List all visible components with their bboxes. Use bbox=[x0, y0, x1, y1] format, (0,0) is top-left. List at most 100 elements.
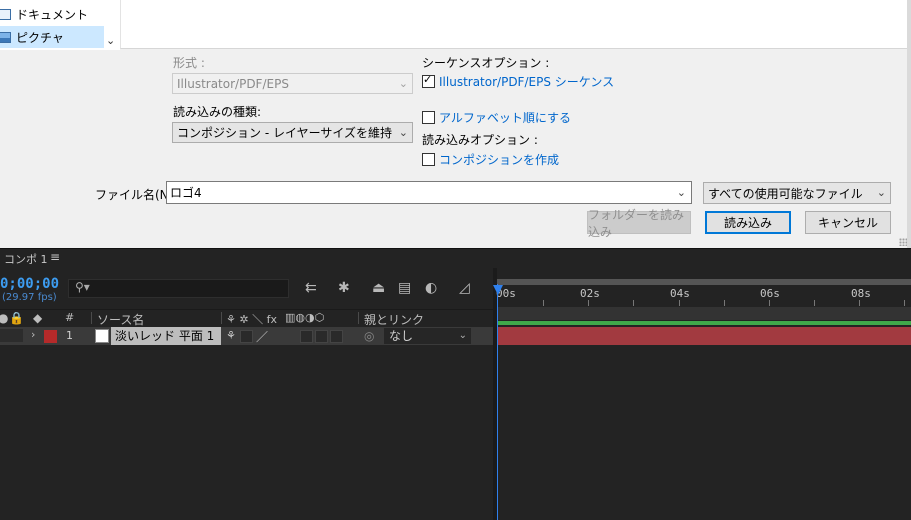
frame-blending-icon[interactable]: ▤ bbox=[398, 281, 411, 295]
sequence-checkbox[interactable] bbox=[422, 73, 435, 88]
quality-switch-icon[interactable]: ／ bbox=[256, 328, 268, 345]
alphabetical-checkbox[interactable] bbox=[422, 111, 435, 124]
sequence-checkbox-label[interactable]: Illustrator/PDF/EPS シーケンス bbox=[439, 73, 614, 90]
layer-duration-bar[interactable] bbox=[497, 327, 911, 345]
pictures-folder-icon bbox=[0, 31, 11, 43]
filename-input[interactable]: ロゴ4 ⌄ bbox=[166, 181, 692, 204]
label-column-icon: ◆ bbox=[33, 311, 43, 325]
filetype-select[interactable]: すべての使用可能なファイル ⌄ bbox=[703, 182, 891, 204]
layer-number-header: # bbox=[65, 311, 75, 324]
ruler-tick bbox=[814, 300, 815, 306]
work-area-bar[interactable] bbox=[497, 307, 911, 320]
shy-switch-icon[interactable]: ⚘ bbox=[226, 329, 236, 342]
column-divider bbox=[358, 312, 359, 324]
motion-blur-switch[interactable] bbox=[315, 330, 328, 343]
filename-value: ロゴ4 bbox=[170, 186, 202, 200]
sequence-options-label: シーケンスオプション : bbox=[422, 56, 550, 70]
filetype-value: すべての使用可能なファイル bbox=[708, 186, 863, 201]
layer-label-color[interactable] bbox=[44, 330, 57, 343]
frame-blend-switch[interactable] bbox=[300, 330, 313, 343]
column-divider bbox=[221, 312, 222, 324]
time-navigator-bar[interactable] bbox=[497, 279, 911, 285]
column-divider bbox=[91, 312, 92, 324]
cancel-button[interactable]: キャンセル bbox=[805, 211, 891, 234]
nav-item-label: ドキュメント bbox=[16, 7, 89, 22]
import-button[interactable]: 読み込み bbox=[705, 211, 791, 234]
chevron-right-icon[interactable]: › bbox=[31, 328, 35, 341]
create-comp-checkbox[interactable] bbox=[422, 153, 435, 166]
adjustment-switch[interactable] bbox=[330, 330, 343, 343]
chevron-down-icon: ⌄ bbox=[458, 330, 467, 341]
ruler-label: 08s bbox=[851, 287, 871, 300]
sequence-checkbox-row[interactable]: Illustrator/PDF/EPS シーケンス bbox=[422, 73, 614, 90]
current-time-indicator[interactable] bbox=[497, 284, 498, 520]
visibility-column-icon[interactable]: ● bbox=[0, 311, 8, 325]
ruler-label: 06s bbox=[760, 287, 780, 300]
layer-name[interactable]: 淡いレッド 平面 1 bbox=[111, 327, 221, 345]
fps-label: (29.97 fps) bbox=[2, 292, 57, 303]
ruler-label: 04s bbox=[670, 287, 690, 300]
playhead-handle[interactable] bbox=[493, 285, 503, 295]
parent-link-header: 親とリンク bbox=[364, 313, 425, 327]
source-name-header[interactable]: ソース名 bbox=[97, 311, 144, 328]
import-as-select[interactable]: コンポジション - レイヤーサイズを維持 ⌄ bbox=[172, 122, 413, 143]
chevron-down-icon[interactable]: ⌄ bbox=[677, 186, 686, 199]
lock-column-icon[interactable]: 🔒 bbox=[9, 311, 24, 325]
parent-select[interactable]: なし ⌄ bbox=[383, 327, 472, 345]
ruler-tick bbox=[859, 300, 860, 306]
shy-layers-icon[interactable]: ⏏ bbox=[372, 281, 385, 295]
navigation-pane: ドキュメント ピクチャ ⌄ bbox=[0, 0, 120, 50]
search-icon: ⚲▾ bbox=[75, 280, 90, 294]
chevron-down-icon: ⌄ bbox=[876, 186, 886, 199]
timeline-empty-area bbox=[497, 345, 911, 520]
comp-mini-flowchart-icon[interactable]: ⇇ bbox=[305, 281, 317, 295]
import-as-value: コンポジション - レイヤーサイズを維持 bbox=[177, 126, 393, 140]
create-comp-checkbox-row[interactable]: コンポジションを作成 bbox=[422, 151, 559, 168]
scrollbar[interactable] bbox=[907, 0, 911, 248]
import-file-dialog: ドキュメント ピクチャ ⌄ 形式 : Illustrator/PDF/EPS ⌄… bbox=[0, 0, 911, 248]
document-folder-icon bbox=[0, 8, 11, 20]
layer-search-input[interactable]: ⚲▾ bbox=[68, 279, 289, 298]
import-as-label: 読み込みの種類: bbox=[173, 105, 262, 119]
render-cache-bar bbox=[497, 321, 911, 325]
create-comp-checkbox-label[interactable]: コンポジションを作成 bbox=[439, 151, 559, 168]
resize-grip[interactable] bbox=[899, 238, 907, 246]
ruler-tick bbox=[724, 300, 725, 306]
file-list[interactable] bbox=[120, 0, 908, 49]
graph-editor-icon[interactable]: ◿ bbox=[459, 281, 470, 295]
ruler-tick bbox=[769, 300, 770, 306]
tab-comp-1[interactable]: コンポ 1 bbox=[4, 251, 48, 267]
alphabetical-checkbox-row[interactable]: アルファベット順にする bbox=[422, 109, 571, 126]
pickwhip-icon[interactable]: ◎ bbox=[364, 329, 374, 343]
ruler-tick bbox=[633, 300, 634, 306]
layer-column-header: ● 🔒 ◆ # ソース名 ⚘ ✲ ＼ fx ▥◍◑⬡ 親とリンク bbox=[0, 309, 497, 328]
switch-icons-header: ▥◍◑⬡ bbox=[285, 311, 325, 324]
alphabetical-checkbox-label[interactable]: アルファベット順にする bbox=[439, 109, 571, 126]
chevron-down-icon: ⌄ bbox=[398, 77, 408, 90]
motion-blur-icon[interactable]: ◐ bbox=[425, 281, 437, 295]
chevron-down-icon: ⌄ bbox=[398, 126, 408, 139]
format-label: 形式 : bbox=[173, 56, 205, 70]
import-folder-button[interactable]: フォルダーを読み込み bbox=[587, 208, 691, 239]
layer-number: 1 bbox=[66, 329, 73, 342]
nav-item-documents[interactable]: ドキュメント bbox=[0, 3, 104, 25]
nav-item-pictures[interactable]: ピクチャ bbox=[0, 26, 104, 48]
ruler-label: 02s bbox=[580, 287, 600, 300]
import-options-label: 読み込みオプション : bbox=[422, 133, 538, 147]
switches-header: ⚘ ✲ ＼ fx bbox=[226, 313, 277, 326]
ruler-tick bbox=[588, 300, 589, 306]
draft-3d-icon[interactable]: ✱ bbox=[338, 281, 350, 295]
solid-thumbnail bbox=[95, 329, 109, 343]
current-time-display[interactable]: 0;00;00 bbox=[0, 276, 59, 292]
ruler-tick bbox=[904, 300, 905, 306]
ruler-tick bbox=[543, 300, 544, 306]
timeline-tab-bar: コンポ 1 ≡ bbox=[0, 248, 911, 269]
nav-item-label: ピクチャ bbox=[16, 30, 64, 45]
panel-menu-icon[interactable]: ≡ bbox=[50, 250, 60, 264]
lock-toggle[interactable] bbox=[10, 329, 23, 342]
chevron-down-icon[interactable]: ⌄ bbox=[106, 34, 115, 47]
format-select: Illustrator/PDF/EPS ⌄ bbox=[172, 73, 413, 94]
ruler-tick bbox=[679, 300, 680, 306]
collapse-switch[interactable] bbox=[240, 330, 253, 343]
format-value: Illustrator/PDF/EPS bbox=[177, 76, 289, 91]
